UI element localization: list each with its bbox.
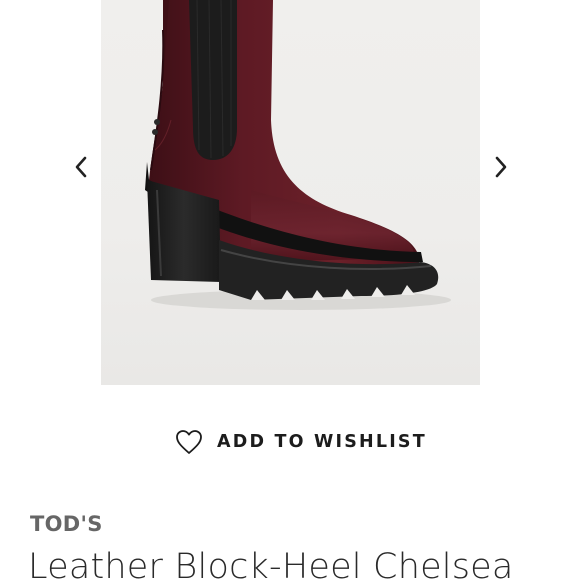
wishlist-label: ADD TO WISHLIST xyxy=(217,432,427,452)
product-image[interactable] xyxy=(101,0,480,385)
product-gallery xyxy=(0,0,580,400)
product-title: Leather Block-Heel Chelsea xyxy=(28,547,514,580)
add-to-wishlist-button[interactable]: ADD TO WISHLIST xyxy=(174,425,427,459)
next-image-button[interactable] xyxy=(486,152,516,182)
heart-outline-icon xyxy=(174,427,204,457)
chevron-left-icon xyxy=(75,156,87,178)
product-brand[interactable]: TOD'S xyxy=(30,512,103,536)
boot-illustration xyxy=(145,0,451,310)
previous-image-button[interactable] xyxy=(66,152,96,182)
chevron-right-icon xyxy=(495,156,507,178)
